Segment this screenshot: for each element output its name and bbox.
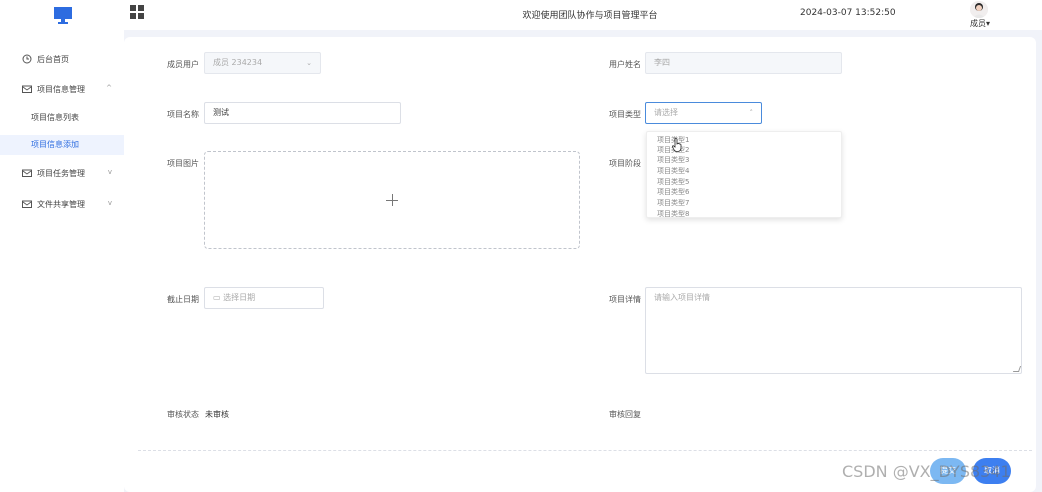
- sidebar-item-project-info[interactable]: 项目信息管理 ^: [0, 80, 124, 98]
- mail-icon: [22, 169, 32, 177]
- monitor-logo-icon[interactable]: [52, 4, 74, 26]
- chevron-down-icon: v: [107, 199, 112, 207]
- sidebar-item-label: 后台首页: [37, 54, 69, 64]
- calendar-icon: ▭: [213, 293, 221, 302]
- deadline-label: 截止日期: [167, 295, 199, 304]
- project-image-label: 项目图片: [167, 159, 199, 168]
- sidebar-item-label: 项目信息管理: [37, 84, 85, 94]
- member-user-value: 成员 234234: [213, 58, 263, 67]
- user-name-label: 成员: [970, 19, 986, 28]
- project-type-placeholder: 请选择: [654, 108, 678, 117]
- dropdown-option[interactable]: 项目类型3: [657, 156, 689, 164]
- user-menu[interactable]: 成员▾: [970, 18, 990, 29]
- sidebar-item-label: 文件共享管理: [37, 199, 85, 209]
- mail-icon: [22, 200, 32, 208]
- audit-status-value: 未审核: [205, 410, 229, 419]
- sidebar-item-project-list[interactable]: 项目信息列表: [0, 108, 124, 128]
- member-user-label: 成员用户: [167, 60, 199, 69]
- apps-grid-icon[interactable]: [130, 5, 144, 19]
- sidebar: 后台首页 项目信息管理 ^ 项目信息列表 项目信息添加 项目任务管理 v 文件共…: [0, 30, 124, 492]
- page-title: 欢迎使用团队协作与项目管理平台: [522, 11, 658, 21]
- user-name-value: 李四: [654, 58, 670, 67]
- member-user-select[interactable]: 成员 234234 ⌄: [204, 52, 321, 74]
- chevron-up-icon: ˄: [749, 109, 754, 117]
- mail-icon: [22, 85, 32, 93]
- chevron-up-icon: ^: [106, 84, 112, 92]
- user-name-label: 用户姓名: [609, 60, 641, 69]
- audit-reply-label: 审核回复: [609, 410, 641, 419]
- resize-handle-icon[interactable]: [1012, 366, 1022, 372]
- watermark: CSDN @VX_DYS8341: [842, 462, 1011, 481]
- project-detail-placeholder: 请输入项目详情: [654, 293, 710, 302]
- plus-icon: [386, 194, 398, 206]
- sidebar-item-label: 项目任务管理: [37, 168, 85, 178]
- header-datetime: 2024-03-07 13:52:50: [800, 8, 896, 18]
- avatar[interactable]: [970, 1, 988, 18]
- project-type-label: 项目类型: [609, 110, 641, 119]
- top-header: 欢迎使用团队协作与项目管理平台 2024-03-07 13:52:50 成员▾: [0, 0, 1042, 30]
- sidebar-item-home[interactable]: 后台首页: [0, 50, 124, 68]
- dropdown-option[interactable]: 项目类型4: [657, 167, 689, 175]
- sidebar-item-task-manage[interactable]: 项目任务管理 v: [0, 164, 124, 182]
- form-divider: [138, 450, 1032, 451]
- clock-icon: [22, 54, 32, 64]
- project-name-value: 测试: [213, 108, 229, 117]
- user-name-input[interactable]: 李四: [645, 52, 842, 74]
- project-detail-label: 项目详情: [609, 295, 641, 304]
- sidebar-item-file-share[interactable]: 文件共享管理 v: [0, 195, 124, 213]
- sidebar-item-project-add[interactable]: 项目信息添加: [0, 135, 124, 155]
- audit-status-label: 审核状态: [167, 410, 199, 419]
- chevron-down-icon: ⌄: [306, 59, 312, 67]
- dropdown-option[interactable]: 项目类型7: [657, 199, 689, 207]
- hand-cursor-icon: [672, 138, 682, 152]
- dropdown-option[interactable]: 项目类型5: [657, 178, 689, 186]
- deadline-placeholder: 选择日期: [223, 293, 256, 302]
- dropdown-option[interactable]: 项目类型6: [657, 188, 689, 196]
- image-upload-area[interactable]: [204, 151, 580, 249]
- project-name-input[interactable]: 测试: [204, 102, 401, 124]
- chevron-down-icon: ▾: [986, 19, 991, 28]
- dropdown-option[interactable]: 项目类型8: [657, 210, 689, 217]
- project-name-label: 项目名称: [167, 110, 199, 119]
- deadline-date-picker[interactable]: ▭ 选择日期: [204, 287, 324, 309]
- chevron-down-icon: v: [107, 168, 112, 176]
- project-stage-label: 项目阶段: [609, 159, 641, 168]
- project-type-select[interactable]: 请选择 ˄: [645, 102, 762, 124]
- project-detail-textarea[interactable]: 请输入项目详情: [645, 287, 1022, 374]
